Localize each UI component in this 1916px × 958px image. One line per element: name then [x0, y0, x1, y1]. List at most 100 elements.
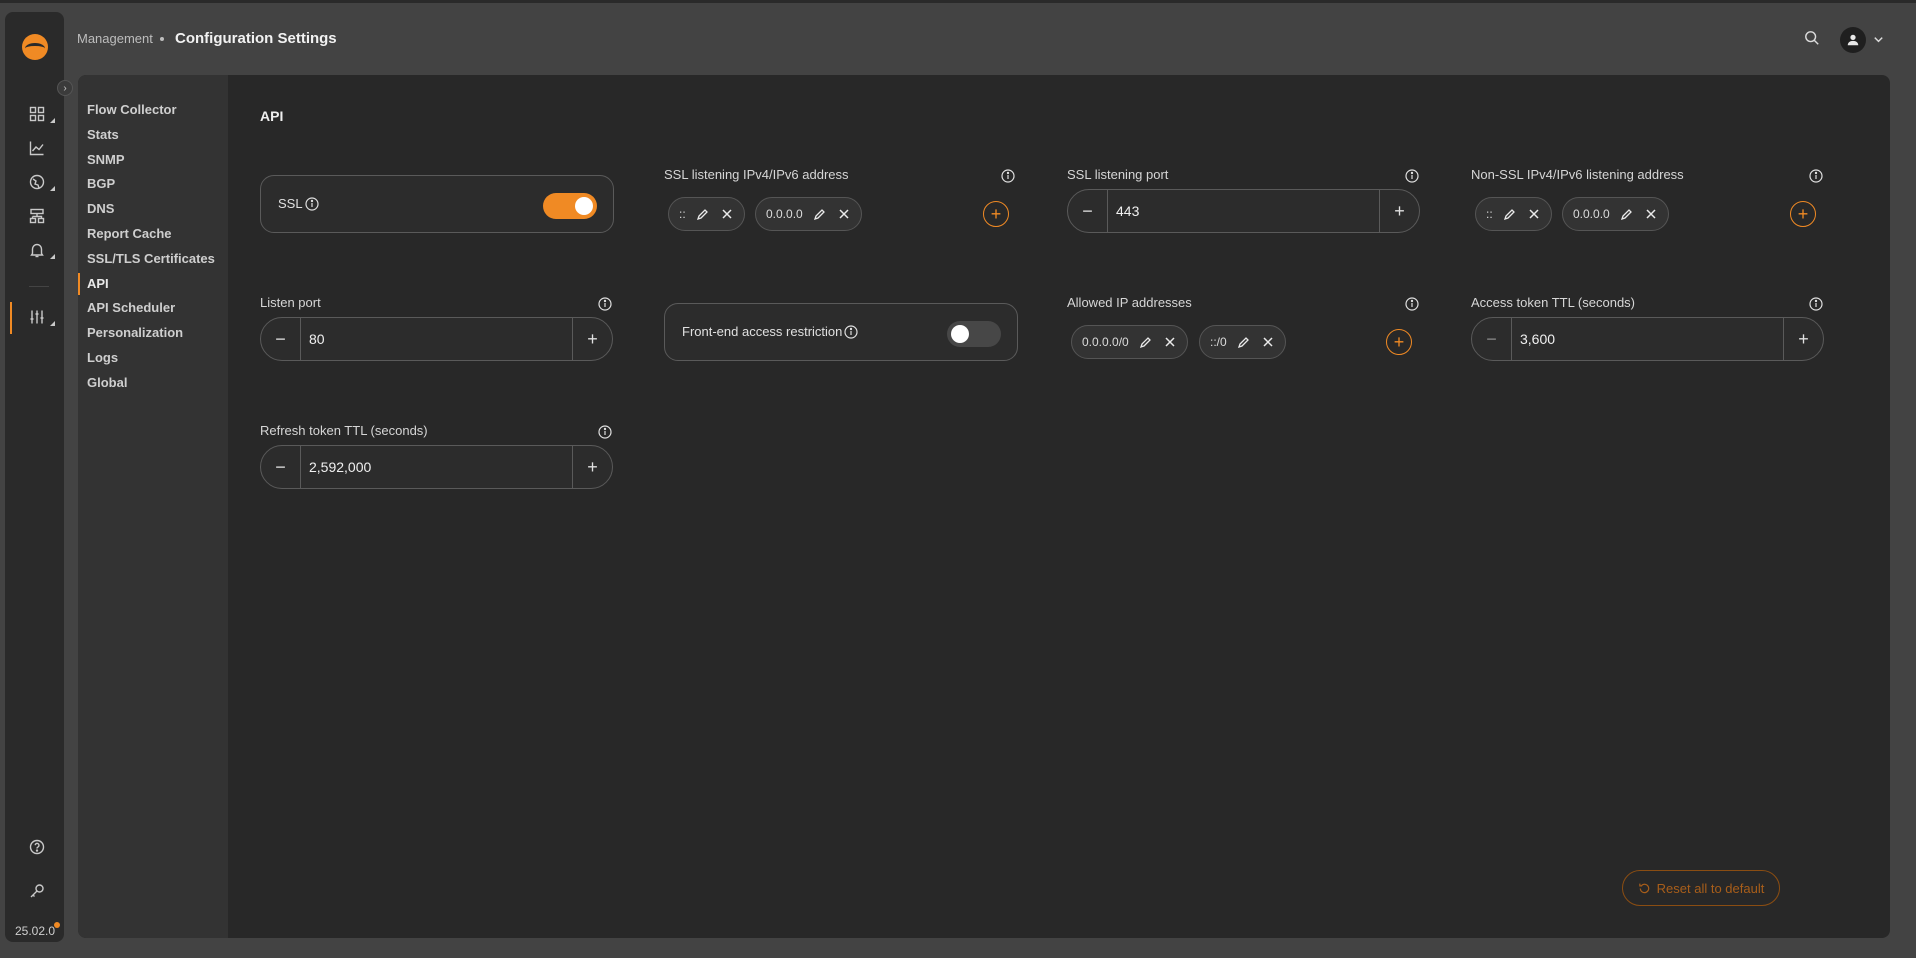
subnav-item-flow-collector[interactable]: Flow Collector [87, 102, 177, 117]
decrement-button[interactable]: − [1068, 190, 1108, 232]
ssl-address-label: SSL listening IPv4/IPv6 address [664, 167, 849, 182]
decrement-button[interactable]: − [1472, 318, 1512, 360]
page-title: Configuration Settings [175, 30, 337, 47]
listen-port-input[interactable]: 80 [309, 331, 325, 347]
increment-button[interactable]: + [572, 318, 612, 360]
subnav-item-global[interactable]: Global [87, 375, 127, 390]
close-icon[interactable] [1527, 207, 1541, 221]
refresh-token-ttl-label: Refresh token TTL (seconds) [260, 423, 428, 438]
access-token-ttl-input[interactable]: 3,600 [1520, 331, 1555, 347]
ip-chip[interactable]: ::/0 [1199, 325, 1286, 359]
access-token-ttl-label: Access token TTL (seconds) [1471, 295, 1636, 310]
reset-icon [1638, 883, 1649, 893]
search-icon[interactable] [1804, 30, 1822, 48]
info-icon[interactable] [1405, 169, 1419, 183]
close-icon[interactable] [1261, 335, 1275, 349]
close-icon[interactable] [1163, 335, 1177, 349]
frontend-restriction-switch[interactable] [947, 321, 1001, 347]
app-logo[interactable] [22, 34, 48, 60]
increment-button[interactable]: + [572, 446, 612, 488]
expand-rail-button[interactable]: › [57, 80, 73, 96]
refresh-token-ttl-input[interactable]: 2,592,000 [309, 459, 371, 475]
listen-port-label: Listen port [260, 295, 321, 310]
info-icon[interactable] [1405, 297, 1419, 311]
frontend-restriction-label: Front-end access restriction [682, 324, 843, 339]
bell-icon[interactable] [27, 240, 55, 260]
subnav-item-api-scheduler[interactable]: API Scheduler [87, 300, 175, 315]
settings-card: Flow Collector Stats SNMP BGP DNS Report… [78, 75, 1890, 938]
info-icon[interactable] [1809, 297, 1823, 311]
edit-icon[interactable] [1237, 335, 1251, 349]
access-token-ttl-stepper: − 3,600 + [1471, 317, 1824, 361]
ssl-switch[interactable] [543, 193, 597, 219]
sliders-icon[interactable] [27, 307, 55, 327]
chevron-down-icon[interactable] [1872, 33, 1886, 47]
add-non-ssl-address-button[interactable]: + [1790, 201, 1816, 227]
refresh-token-ttl-stepper: − 2,592,000 + [260, 445, 613, 489]
ssl-toggle-card: SSL [260, 175, 614, 233]
address-chip[interactable]: :: [1475, 197, 1552, 231]
decrement-button[interactable]: − [261, 318, 301, 360]
edit-icon[interactable] [1503, 207, 1517, 221]
edit-icon[interactable] [813, 207, 827, 221]
ssl-label: SSL [278, 196, 303, 211]
user-icon [1847, 34, 1859, 46]
close-icon[interactable] [1644, 207, 1658, 221]
close-icon[interactable] [720, 207, 734, 221]
subnav-item-dns[interactable]: DNS [87, 201, 114, 216]
left-rail: › [5, 12, 73, 942]
listen-port-stepper: − 80 + [260, 317, 613, 361]
subnav-active-indicator [78, 273, 80, 295]
key-icon[interactable] [27, 881, 47, 901]
close-icon[interactable] [837, 207, 851, 221]
subnav-item-ssl-tls-certificates[interactable]: SSL/TLS Certificates [87, 251, 215, 266]
breadcrumb-parent[interactable]: Management [77, 31, 153, 46]
subnav-item-snmp[interactable]: SNMP [87, 152, 125, 167]
add-ssl-address-button[interactable]: + [983, 201, 1009, 227]
info-icon[interactable] [844, 325, 858, 339]
subnav-item-logs[interactable]: Logs [87, 350, 118, 365]
hierarchy-icon[interactable] [27, 206, 47, 226]
help-icon[interactable] [27, 837, 47, 857]
chart-icon[interactable] [27, 138, 47, 158]
ssl-port-stepper: − 443 + [1067, 189, 1420, 233]
subnav-item-api[interactable]: API [87, 276, 109, 291]
subnav-item-stats[interactable]: Stats [87, 127, 119, 142]
ssl-port-input[interactable]: 443 [1116, 203, 1139, 219]
decrement-button[interactable]: − [261, 446, 301, 488]
reset-all-button[interactable]: Reset all to default [1622, 870, 1780, 906]
breadcrumb-separator [160, 37, 164, 41]
edit-icon[interactable] [1139, 335, 1153, 349]
subnav-item-personalization[interactable]: Personalization [87, 325, 183, 340]
reset-label: Reset all to default [1656, 880, 1765, 896]
subnav-item-bgp[interactable]: BGP [87, 176, 115, 191]
increment-button[interactable]: + [1379, 190, 1419, 232]
info-icon[interactable] [598, 425, 612, 439]
address-chip[interactable]: 0.0.0.0 [1562, 197, 1669, 231]
edit-icon[interactable] [696, 207, 710, 221]
dashboard-icon[interactable] [27, 104, 55, 124]
subnav-item-report-cache[interactable]: Report Cache [87, 226, 172, 241]
section-title: API [260, 108, 284, 124]
user-avatar[interactable] [1840, 27, 1866, 53]
increment-button[interactable]: + [1783, 318, 1823, 360]
edit-icon[interactable] [1620, 207, 1634, 221]
ssl-port-label: SSL listening port [1067, 167, 1169, 182]
frontend-restriction-card: Front-end access restriction [664, 303, 1018, 361]
update-badge [54, 922, 60, 928]
globe-icon[interactable] [27, 172, 55, 192]
info-icon[interactable] [1001, 169, 1015, 183]
ip-chip[interactable]: 0.0.0.0/0 [1071, 325, 1188, 359]
address-chip[interactable]: 0.0.0.0 [755, 197, 862, 231]
rail-divider [29, 286, 49, 287]
address-chip[interactable]: :: [668, 197, 745, 231]
info-icon[interactable] [598, 297, 612, 311]
non-ssl-address-label: Non-SSL IPv4/IPv6 listening address [1471, 167, 1684, 182]
settings-subnav: Flow Collector Stats SNMP BGP DNS Report… [78, 75, 228, 938]
allowed-ips-label: Allowed IP addresses [1067, 295, 1192, 310]
rail-active-indicator [10, 302, 12, 334]
add-allowed-ip-button[interactable]: + [1386, 329, 1412, 355]
window-top-border [0, 0, 1916, 3]
info-icon[interactable] [1809, 169, 1823, 183]
info-icon[interactable] [305, 197, 319, 211]
